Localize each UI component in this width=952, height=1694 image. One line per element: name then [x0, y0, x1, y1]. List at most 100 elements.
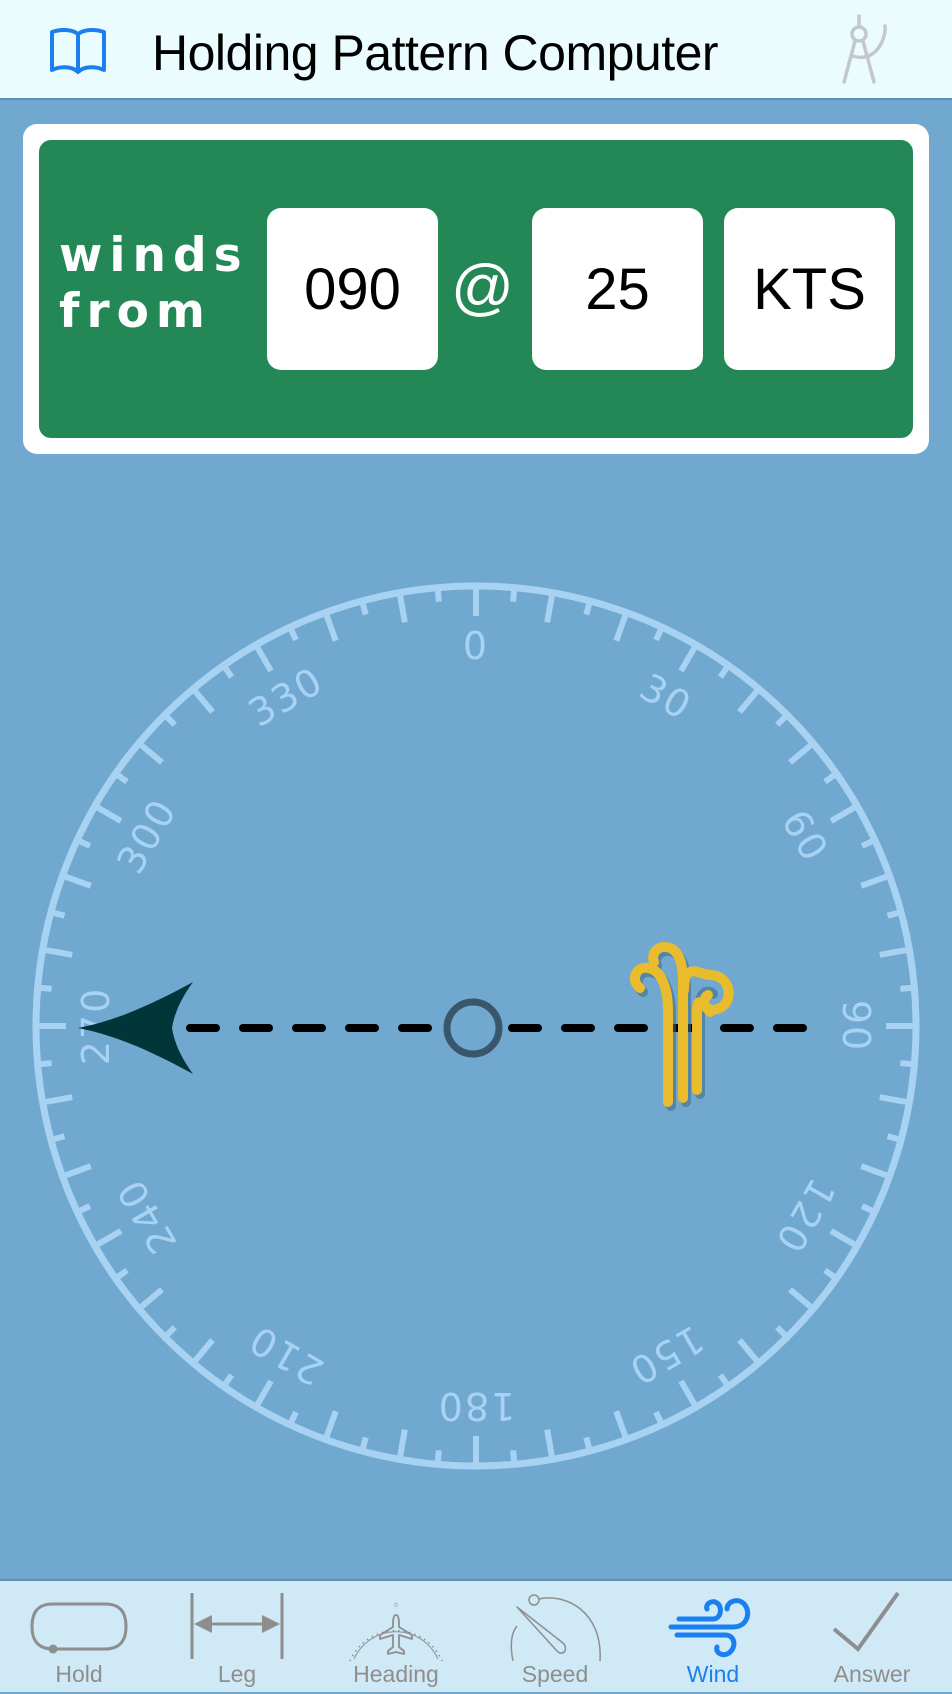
- compass-tick: [221, 1373, 235, 1389]
- compass-tick: [162, 712, 177, 727]
- compass-label-60: 60: [773, 802, 837, 869]
- compass-tick: [823, 771, 839, 785]
- compass-tick: [37, 1060, 52, 1068]
- compass-label-210: 210: [241, 1316, 331, 1393]
- compass-tick: [775, 1325, 790, 1340]
- compass-tick: [823, 1267, 839, 1281]
- compass-label-240: 240: [108, 1171, 185, 1261]
- compass-tick: [137, 1287, 164, 1312]
- center-circle-icon: [443, 998, 503, 1058]
- compass-rose[interactable]: 0306090120150180210240270300330: [0, 0, 952, 1580]
- compass-tick: [613, 1410, 630, 1441]
- compass-tick: [37, 984, 52, 992]
- compass-label-90: 90: [834, 1000, 878, 1052]
- tab-wind-label: Wind: [686, 1661, 740, 1687]
- compass-tick: [900, 984, 915, 992]
- compass-tick: [93, 803, 123, 824]
- compass-tick: [50, 1133, 66, 1143]
- compass-tick: [75, 1203, 92, 1215]
- airspeed-gauge-icon: [510, 1594, 601, 1661]
- compass-tick: [42, 946, 73, 958]
- compass-tick: [322, 1410, 339, 1441]
- holding-pattern-icon: [30, 1602, 128, 1654]
- compass-tick: [137, 740, 164, 765]
- compass-tick: [359, 600, 369, 616]
- compass-tick: [544, 1429, 556, 1460]
- tab-wind[interactable]: Wind: [634, 1581, 792, 1694]
- heading-indicator-icon: 0: [349, 1603, 443, 1661]
- tab-answer[interactable]: Answer: [793, 1581, 951, 1694]
- compass-tick: [583, 600, 593, 616]
- tab-leg-label: Leg: [217, 1661, 257, 1687]
- compass-tick: [287, 625, 299, 642]
- compass-tick: [396, 592, 408, 623]
- compass-tick: [583, 1436, 593, 1452]
- compass-tick: [75, 837, 92, 849]
- compass-tick: [737, 1338, 762, 1365]
- tab-leg[interactable]: Leg: [158, 1581, 316, 1694]
- compass-tick: [879, 1094, 910, 1106]
- compass-tick: [788, 740, 815, 765]
- compass-tick: [860, 1203, 877, 1215]
- compass-tick: [544, 592, 556, 623]
- compass-tick: [359, 1436, 369, 1452]
- compass-tick: [860, 837, 877, 849]
- compass-label-330: 330: [241, 658, 331, 735]
- compass-label-30: 30: [632, 665, 699, 729]
- compass-tick: [717, 663, 731, 679]
- leg-length-icon: [190, 1593, 284, 1659]
- compass-tick: [113, 771, 129, 785]
- compass-tick: [788, 1287, 815, 1312]
- compass-tick: [396, 1429, 408, 1460]
- compass-label-120: 120: [766, 1171, 843, 1261]
- compass-label-180: 180: [437, 1384, 516, 1428]
- compass-tick: [113, 1267, 129, 1281]
- compass-tick: [678, 643, 699, 673]
- compass-tick: [717, 1373, 731, 1389]
- compass-label-300: 300: [108, 791, 185, 881]
- compass-tick: [879, 946, 910, 958]
- tab-bar: Hold Leg 0 Heading Speed Wind Answer: [0, 1579, 952, 1692]
- compass-tick: [61, 872, 92, 889]
- compass-tick: [434, 587, 442, 602]
- checkmark-icon: [832, 1591, 900, 1652]
- compass-tick: [434, 1450, 442, 1465]
- svg-text:0: 0: [394, 1603, 398, 1609]
- tab-hold[interactable]: Hold: [0, 1581, 158, 1694]
- compass-tick: [775, 712, 790, 727]
- compass-tick: [190, 687, 215, 714]
- compass-tick: [42, 1094, 73, 1106]
- compass-tick: [737, 687, 762, 714]
- compass-tick: [886, 1133, 902, 1143]
- compass-tick: [886, 909, 902, 919]
- tab-heading[interactable]: 0 Heading: [317, 1581, 475, 1694]
- compass-tick: [613, 611, 630, 642]
- compass-tick: [510, 587, 518, 602]
- tab-speed-label: Speed: [521, 1661, 589, 1687]
- compass-tick: [93, 1228, 123, 1249]
- compass-tick: [162, 1325, 177, 1340]
- compass-tick: [678, 1379, 699, 1409]
- compass-tick: [287, 1410, 299, 1427]
- compass-tick: [50, 909, 66, 919]
- tab-speed[interactable]: Speed: [476, 1581, 634, 1694]
- compass-tick: [653, 1410, 665, 1427]
- compass-tick: [253, 643, 274, 673]
- wind-swirl-icon: [629, 942, 734, 1111]
- compass-tick: [900, 1060, 915, 1068]
- compass-tick: [322, 611, 339, 642]
- compass-tick: [61, 1163, 92, 1180]
- compass-tick: [190, 1338, 215, 1365]
- compass-tick: [510, 1450, 518, 1465]
- compass-tick: [860, 1163, 891, 1180]
- tab-hold-label: Hold: [55, 1661, 103, 1687]
- compass-tick: [829, 803, 859, 824]
- compass-label-0: 0: [463, 624, 489, 668]
- tab-answer-label: Answer: [833, 1661, 911, 1687]
- tab-heading-label: Heading: [353, 1661, 439, 1687]
- compass-tick: [860, 872, 891, 889]
- compass-tick: [221, 663, 235, 679]
- compass-tick: [653, 625, 665, 642]
- compass-tick: [253, 1379, 274, 1409]
- wind-icon: [668, 1598, 751, 1658]
